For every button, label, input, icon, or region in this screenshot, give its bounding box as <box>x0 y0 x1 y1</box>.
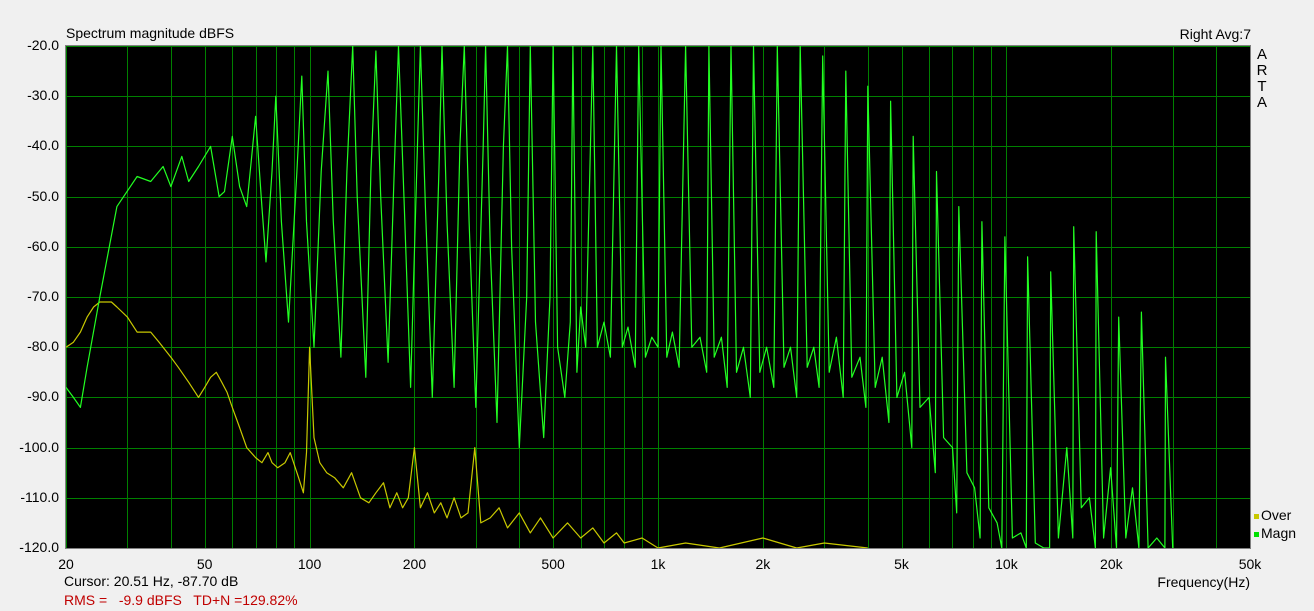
y-tick-label: -110.0 <box>20 488 59 505</box>
cursor-readout: Cursor: 20.51 Hz, -87.70 dB <box>64 573 239 589</box>
x-tick-label: 50 <box>196 556 213 572</box>
x-tick-label: 10k <box>995 556 1018 572</box>
x-tick-label: 2k <box>755 556 771 572</box>
rms-readout: RMS = -9.9 dBFS TD+N =129.82% <box>64 592 298 608</box>
spectrum-chart[interactable] <box>0 0 1314 611</box>
legend-label-over: Over <box>1261 507 1292 523</box>
y-tick-label: -70.0 <box>27 288 59 304</box>
arta-letter: T <box>1257 78 1267 95</box>
x-tick-label: 50k <box>1238 556 1262 572</box>
arta-letter: A <box>1256 46 1267 63</box>
legend-swatch-over <box>1254 513 1259 519</box>
x-tick-label: 20 <box>58 556 74 572</box>
channel-info: Right Avg:7 <box>1179 26 1251 42</box>
x-tick-label: 200 <box>402 556 427 572</box>
y-tick-label: -90.0 <box>27 388 59 405</box>
x-tick-label: 1k <box>650 556 666 572</box>
legend-label-magn: Magn <box>1261 525 1297 541</box>
x-tick-label: 500 <box>541 556 565 572</box>
y-tick-label: -100.0 <box>19 438 59 455</box>
chart-title: Spectrum magnitude dBFS <box>66 25 235 41</box>
x-tick-label: 100 <box>297 556 322 572</box>
y-tick-label: -60.0 <box>27 237 59 254</box>
x-tick-label: 20k <box>1100 556 1123 572</box>
arta-letter: A <box>1256 94 1267 111</box>
legend-item-over[interactable]: Over <box>1254 507 1291 523</box>
y-tick-label: -80.0 <box>27 338 59 355</box>
y-tick-label: -40.0 <box>27 137 59 154</box>
legend-item-magn[interactable]: Magn <box>1254 525 1296 541</box>
y-tick-label: -50.0 <box>27 187 59 204</box>
legend-swatch-magn <box>1254 531 1259 537</box>
y-tick-label: -120.0 <box>19 539 59 555</box>
y-tick-label: -20.0 <box>27 37 59 53</box>
x-axis-title: Frequency(Hz) <box>1157 574 1250 590</box>
arta-letter: R <box>1256 62 1268 79</box>
x-tick-label: 5k <box>894 556 909 572</box>
y-tick-label: -30.0 <box>27 87 59 104</box>
arta-logo: A R T A <box>1256 47 1268 111</box>
